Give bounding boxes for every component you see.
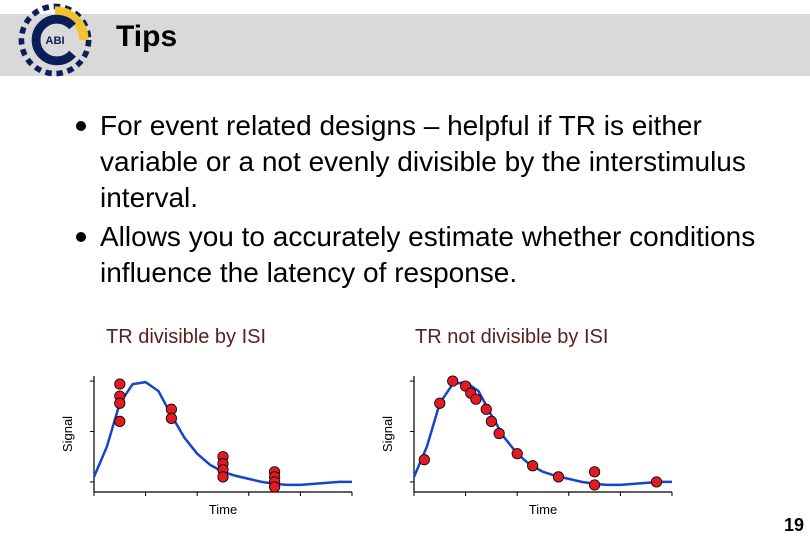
bullet-list: For event related designs – helpful if T… xyxy=(76,108,776,295)
page-title: Tips xyxy=(116,20,177,54)
svg-text:Signal: Signal xyxy=(380,416,395,452)
chart-caption-left: TR divisible by ISI xyxy=(106,326,266,349)
bullet-text: For event related designs – helpful if T… xyxy=(100,108,776,215)
bullet-icon xyxy=(76,121,86,131)
list-item: Allows you to accurately estimate whethe… xyxy=(76,219,776,291)
page-number: 19 xyxy=(784,515,804,536)
chart-caption-right: TR not divisible by ISI xyxy=(415,326,608,349)
chart-right: Time Signal xyxy=(380,368,680,518)
svg-text:Signal: Signal xyxy=(60,416,75,452)
logo: ABI xyxy=(15,0,95,80)
bullet-icon xyxy=(76,232,86,242)
svg-text:Time: Time xyxy=(209,502,237,517)
chart-left: Time Signal xyxy=(60,368,360,518)
charts-container: Time Signal Time Signal xyxy=(60,368,760,520)
bullet-text: Allows you to accurately estimate whethe… xyxy=(100,219,776,291)
logo-text: ABI xyxy=(45,35,64,47)
list-item: For event related designs – helpful if T… xyxy=(76,108,776,215)
svg-text:Time: Time xyxy=(529,502,557,517)
